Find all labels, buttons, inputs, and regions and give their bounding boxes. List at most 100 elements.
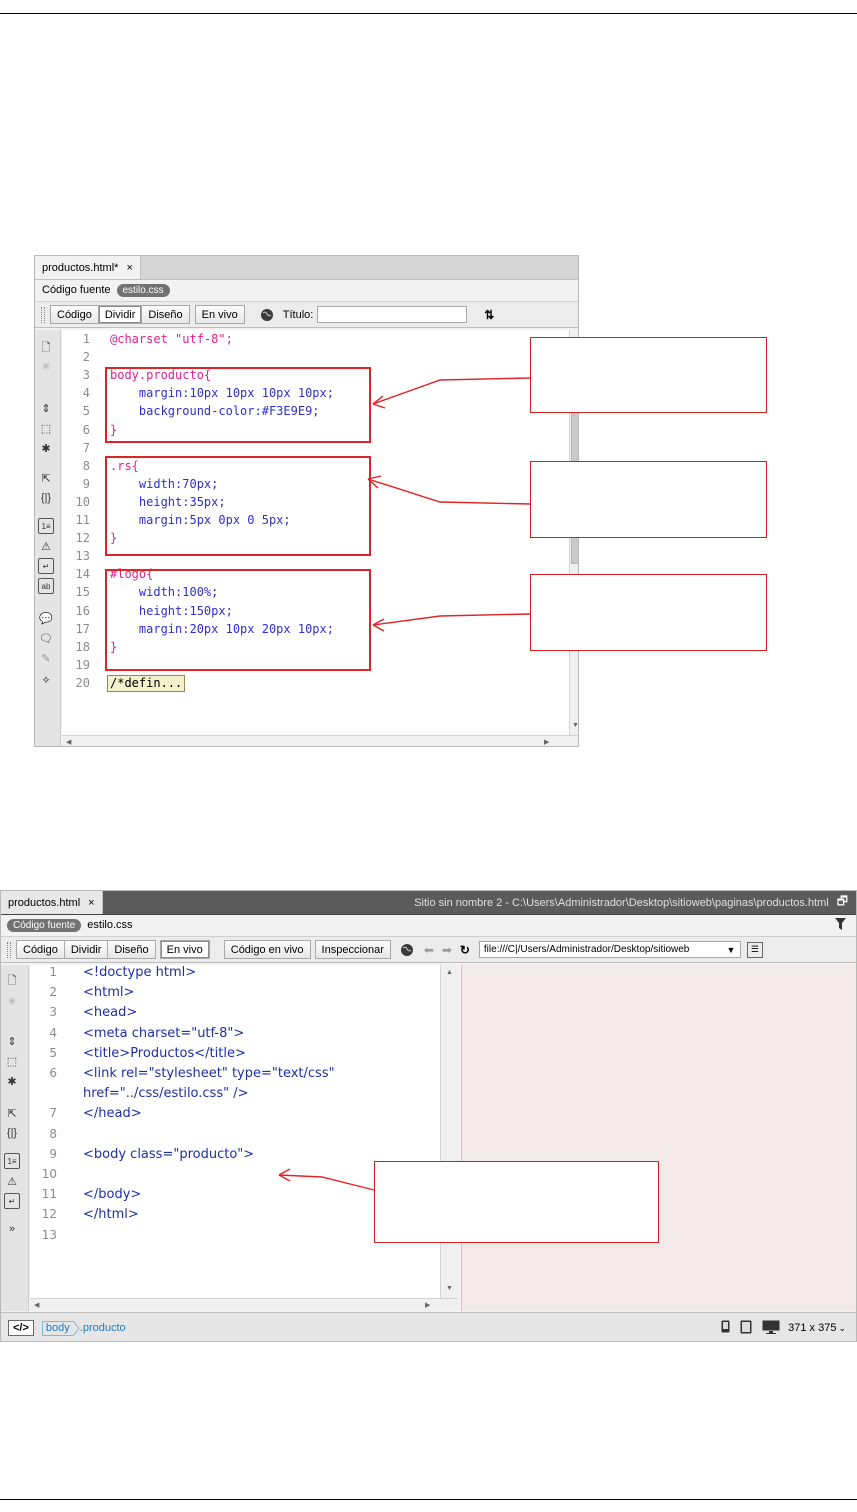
related-file-link[interactable]: estilo.css bbox=[87, 919, 132, 931]
restore-window-icon[interactable]: 🗗 bbox=[837, 892, 848, 913]
line-number: 5 bbox=[49, 1045, 57, 1060]
line-number: 5 bbox=[82, 404, 90, 419]
expand-all-icon[interactable]: ✱ bbox=[4, 1073, 20, 1089]
line-number: 16 bbox=[75, 603, 90, 618]
scroll-left-arrow[interactable]: ◀ bbox=[66, 738, 71, 746]
line-number: 4 bbox=[49, 1025, 57, 1040]
address-bar[interactable]: file:///C|/Users/Administrador/Desktop/s… bbox=[478, 941, 741, 958]
breadcrumb-class[interactable]: .producto bbox=[80, 1322, 126, 1334]
scroll-left-arrow[interactable]: ◀ bbox=[34, 1301, 39, 1309]
word-wrap-icon[interactable]: ↵ bbox=[4, 1193, 20, 1209]
expand-all-icon[interactable]: ✱ bbox=[38, 440, 54, 456]
sort-icon[interactable]: ⇅ bbox=[481, 307, 497, 323]
expand-selection-icon[interactable]: ⇕ bbox=[4, 1033, 20, 1049]
scroll-down-arrow[interactable]: ▼ bbox=[446, 1285, 453, 1292]
folded-comment[interactable]: /*defin... bbox=[107, 675, 186, 692]
view-split-button-2[interactable]: Dividir bbox=[64, 940, 109, 959]
line-number: 13 bbox=[75, 549, 90, 564]
apply-comment-icon[interactable]: 💬 bbox=[38, 610, 54, 626]
desktop-icon[interactable] bbox=[762, 1320, 780, 1337]
close-icon[interactable]: × bbox=[88, 897, 94, 909]
tag-selector-button[interactable]: </> bbox=[8, 1320, 34, 1336]
scroll-right-arrow[interactable]: ▶ bbox=[544, 738, 549, 746]
scroll-right-arrow[interactable]: ▶ bbox=[425, 1301, 430, 1309]
more-tools-icon[interactable]: » bbox=[4, 1221, 20, 1237]
code-line: @charset "utf-8"; bbox=[110, 332, 233, 346]
line-number: 14 bbox=[75, 567, 90, 582]
globe-icon[interactable] bbox=[399, 942, 415, 958]
chevron-down-icon[interactable]: ⌄ bbox=[838, 1323, 846, 1334]
globe-icon[interactable] bbox=[259, 307, 275, 323]
site-path: Sitio sin nombre 2 - C:\Users\Administra… bbox=[414, 896, 829, 909]
live-view-button-2[interactable]: En vivo bbox=[159, 940, 210, 959]
view-options-icon[interactable]: ☰ bbox=[746, 941, 763, 958]
view-code-button[interactable]: Código bbox=[50, 305, 99, 324]
view-design-button-2[interactable]: Diseño bbox=[108, 940, 156, 959]
forward-arrow-icon[interactable]: ➡ bbox=[439, 942, 455, 958]
word-wrap-icon[interactable]: ↵ bbox=[38, 558, 54, 574]
source-code-pill[interactable]: Código fuente bbox=[7, 918, 82, 932]
related-files-bar: Código fuente estilo.css bbox=[35, 280, 578, 300]
refresh-icon[interactable]: ↻ bbox=[457, 942, 473, 958]
breadcrumb-arrow-icon bbox=[72, 1320, 80, 1336]
coding-toolbar-2: 🗋 ✳ ⇕ ⬚ ✱ ⇱ {|} 1≡ ⚠ ↵ » bbox=[1, 965, 29, 1311]
line-numbers-icon[interactable]: 1≡ bbox=[38, 518, 54, 534]
close-icon[interactable]: × bbox=[126, 262, 132, 274]
coding-toolbar: 🗋 ✳ ⇕ ⬚ ✱ ⇱ {|} 1≡ ⚠ ↵ ab 💬 🗨 ✎ ⟡ bbox=[35, 330, 61, 746]
chevron-down-icon[interactable]: ▼ bbox=[723, 942, 739, 958]
toolbar-grip[interactable] bbox=[41, 306, 45, 323]
window-size-dropdown[interactable]: 371 x 375 bbox=[788, 1322, 836, 1334]
open-documents-icon[interactable]: 🗋 bbox=[38, 340, 54, 356]
source-code-label[interactable]: Código fuente bbox=[35, 284, 111, 296]
filter-icon[interactable] bbox=[835, 917, 846, 933]
line-number: 3 bbox=[49, 1005, 57, 1020]
line-number: 9 bbox=[49, 1146, 57, 1161]
annotation-note-2 bbox=[530, 461, 767, 538]
live-view-button[interactable]: En vivo bbox=[194, 305, 245, 324]
annotation-note-1 bbox=[530, 337, 767, 413]
syntax-coloring-icon[interactable]: ab bbox=[38, 578, 54, 594]
toolbar-grip-2[interactable] bbox=[7, 941, 11, 958]
collapse-tag-icon[interactable]: ✳ bbox=[4, 993, 20, 1009]
live-preview-pane[interactable] bbox=[461, 965, 856, 1311]
tablet-icon[interactable] bbox=[740, 1320, 752, 1337]
html-vertical-scrollbar[interactable]: ▲ ▼ bbox=[440, 965, 458, 1298]
select-parent-tag-icon[interactable]: ⇱ bbox=[4, 1105, 20, 1121]
status-bar: </> body .producto 371 x 375 ⌄ bbox=[1, 1312, 856, 1341]
document-tab[interactable]: productos.html* × bbox=[35, 256, 141, 279]
highlight-invalid-icon[interactable]: ⚠ bbox=[4, 1173, 20, 1189]
related-file-pill[interactable]: estilo.css bbox=[116, 283, 170, 297]
view-design-button[interactable]: Diseño bbox=[142, 305, 190, 324]
back-arrow-icon[interactable]: ⬅ bbox=[421, 942, 437, 958]
line-number: 12 bbox=[41, 1207, 57, 1222]
collapse-selection-icon[interactable]: ⬚ bbox=[4, 1053, 20, 1069]
code-line: <html> bbox=[83, 985, 135, 1001]
expand-selection-icon[interactable]: ⇕ bbox=[38, 400, 54, 416]
line-numbers-icon[interactable]: 1≡ bbox=[4, 1153, 20, 1169]
wrap-tag-icon[interactable]: ✎ bbox=[38, 650, 54, 666]
balance-braces-icon[interactable]: {|} bbox=[38, 490, 54, 506]
highlight-invalid-icon[interactable]: ⚠ bbox=[38, 538, 54, 554]
view-split-button[interactable]: Dividir bbox=[98, 305, 143, 324]
breadcrumb-body[interactable]: body bbox=[41, 1320, 73, 1336]
title-input[interactable] bbox=[317, 306, 468, 323]
html-code-area[interactable]: 1 <!doctype html> 2 <html> 3 <head> 4 <meta cha… bbox=[30, 965, 440, 1298]
scroll-down-arrow[interactable]: ▼ bbox=[572, 722, 578, 729]
balance-braces-icon[interactable]: {|} bbox=[4, 1125, 20, 1141]
select-parent-tag-icon[interactable]: ⇱ bbox=[38, 470, 54, 486]
live-code-button[interactable]: Código en vivo bbox=[223, 940, 311, 959]
annotation-note-4 bbox=[374, 1161, 659, 1243]
html-horizontal-scrollbar[interactable]: ◀ ▶ bbox=[30, 1298, 458, 1311]
css-horizontal-scrollbar[interactable]: ◀ ▶ bbox=[62, 735, 578, 746]
phone-icon[interactable] bbox=[721, 1320, 730, 1336]
view-code-button-2[interactable]: Código bbox=[16, 940, 65, 959]
remove-comment-icon[interactable]: 🗨 bbox=[38, 630, 54, 646]
recent-snippets-icon[interactable]: ⟡ bbox=[38, 672, 54, 688]
collapse-tag-icon[interactable]: ✳ bbox=[38, 358, 54, 374]
inspect-button[interactable]: Inspeccionar bbox=[314, 940, 391, 959]
document-tab-bar: productos.html* × bbox=[35, 256, 578, 280]
scroll-up-arrow[interactable]: ▲ bbox=[446, 969, 453, 976]
document-tab-2[interactable]: productos.html × bbox=[1, 891, 103, 914]
open-documents-icon[interactable]: 🗋 bbox=[4, 973, 20, 989]
collapse-selection-icon[interactable]: ⬚ bbox=[38, 420, 54, 436]
